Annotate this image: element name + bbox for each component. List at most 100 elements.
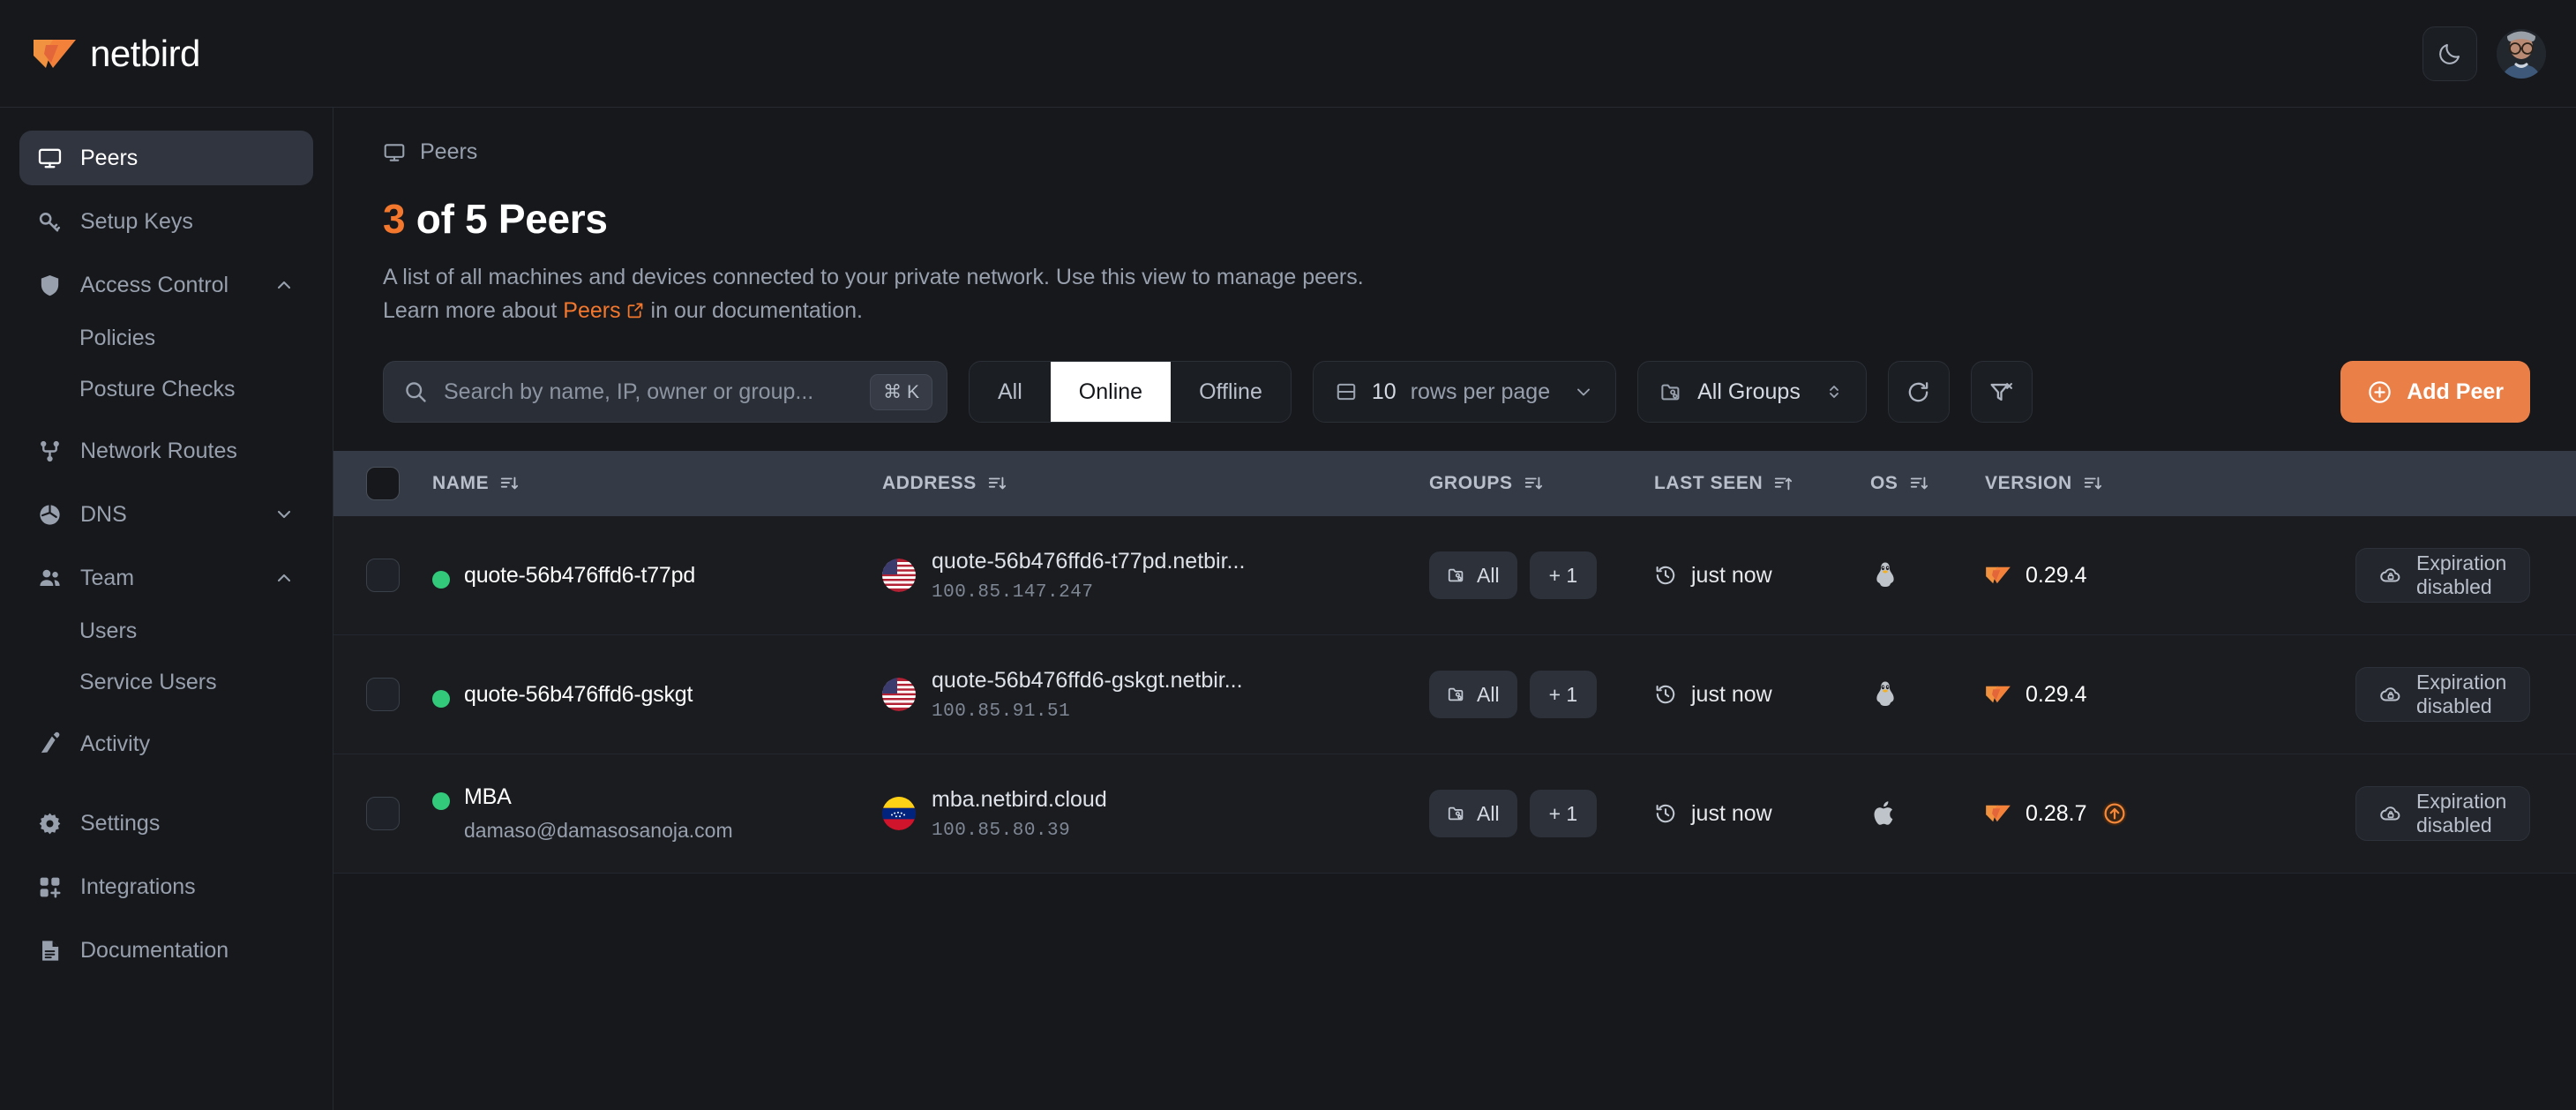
expiration-badge[interactable]: Expiration disabled xyxy=(2355,548,2530,603)
cell-os xyxy=(1870,799,1985,828)
groups-filter-select[interactable]: All Groups xyxy=(1637,361,1867,423)
netbird-logo-icon xyxy=(32,36,78,71)
group-badge[interactable]: All xyxy=(1429,671,1517,718)
cloud-lock-icon xyxy=(2379,564,2402,587)
column-header-name[interactable]: NAME xyxy=(432,473,882,494)
cell-name: MBA damaso@damasosanoja.com xyxy=(432,784,882,843)
rows-per-page-select[interactable]: 10 rows per page xyxy=(1313,361,1616,423)
search-shortcut-badge: ⌘ K xyxy=(870,374,932,410)
netbird-logo-icon xyxy=(1985,565,2011,586)
column-label: LAST SEEN xyxy=(1654,473,1763,494)
update-available-icon[interactable] xyxy=(2101,800,2128,827)
sidebar-item-documentation[interactable]: Documentation xyxy=(19,923,313,978)
refresh-button[interactable] xyxy=(1888,361,1950,423)
group-extra-badge[interactable]: + 1 xyxy=(1530,790,1598,837)
nav-gap xyxy=(19,851,313,859)
sidebar-item-posture-checks[interactable]: Posture Checks xyxy=(19,364,313,415)
chevron-updown-icon xyxy=(1823,381,1845,402)
nav-gap xyxy=(19,708,313,716)
version-label: 0.28.7 xyxy=(2026,801,2087,827)
page-description-post: in our documentation. xyxy=(645,298,863,323)
sidebar-item-access-control[interactable]: Access Control xyxy=(19,258,313,312)
last-seen-label: just now xyxy=(1691,682,1772,708)
clock-history-icon xyxy=(1654,564,1677,587)
filter-tab-offline[interactable]: Offline xyxy=(1171,362,1291,422)
cell-os xyxy=(1870,560,1985,590)
flag-us-icon xyxy=(882,678,916,711)
page-title-rest: of 5 Peers xyxy=(405,196,607,242)
search-icon xyxy=(403,379,428,404)
column-header-groups[interactable]: GROUPS xyxy=(1429,473,1654,494)
sidebar-item-label: Users xyxy=(79,619,137,644)
row-checkbox[interactable] xyxy=(366,797,400,830)
sidebar-item-peers[interactable]: Peers xyxy=(19,131,313,185)
last-seen-label: just now xyxy=(1691,563,1772,589)
cell-last-seen: just now xyxy=(1654,563,1870,589)
clear-filters-button[interactable] xyxy=(1971,361,2033,423)
sidebar-item-label: Posture Checks xyxy=(79,377,235,402)
theme-toggle-button[interactable] xyxy=(2422,26,2477,81)
toolbar: ⌘ K All Online Offline 10 rows per page xyxy=(383,361,2530,423)
group-extra-badge[interactable]: + 1 xyxy=(1530,671,1598,718)
group-badge[interactable]: All xyxy=(1429,790,1517,837)
table-row[interactable]: MBA damaso@damasosanoja.com mba.netbird.… xyxy=(333,754,2576,874)
chevron-up-icon xyxy=(273,566,296,589)
brand-logo[interactable]: netbird xyxy=(32,33,200,75)
cell-actions xyxy=(2530,548,2576,603)
external-link-icon xyxy=(626,296,645,329)
main-header: Peers 3 of 5 Peers A list of all machine… xyxy=(333,108,2576,329)
sidebar-item-integrations[interactable]: Integrations xyxy=(19,859,313,914)
sidebar-item-service-users[interactable]: Service Users xyxy=(19,656,313,708)
nav-gap xyxy=(19,415,313,424)
select-all-checkbox[interactable] xyxy=(366,467,400,500)
search-box[interactable]: ⌘ K xyxy=(383,361,947,423)
select-all-cell xyxy=(333,467,432,500)
sidebar-item-network-routes[interactable]: Network Routes xyxy=(19,424,313,478)
row-select-cell xyxy=(333,678,432,711)
search-input[interactable] xyxy=(444,379,854,405)
key-icon xyxy=(37,209,63,235)
peers-doc-link[interactable]: Peers xyxy=(563,298,620,323)
expiration-badge[interactable]: Expiration disabled xyxy=(2355,786,2530,841)
expiration-badge[interactable]: Expiration disabled xyxy=(2355,667,2530,722)
sidebar-item-policies[interactable]: Policies xyxy=(19,312,313,364)
folder-group-icon xyxy=(1447,566,1466,585)
sidebar-item-activity[interactable]: Activity xyxy=(19,716,313,771)
column-header-os[interactable]: OS xyxy=(1870,473,1985,494)
cloud-lock-icon xyxy=(2379,802,2402,825)
peer-host: mba.netbird.cloud xyxy=(932,787,1107,813)
avatar[interactable] xyxy=(2497,29,2546,79)
sidebar-item-setup-keys[interactable]: Setup Keys xyxy=(19,194,313,249)
sidebar-item-label: Service Users xyxy=(79,670,217,695)
cell-expiration: Expiration disabled xyxy=(2355,667,2530,722)
expiration-label: Expiration disabled xyxy=(2416,790,2506,837)
table-row[interactable]: quote-56b476ffd6-gskgt quote-56b476ffd6-… xyxy=(333,635,2576,754)
table-row[interactable]: quote-56b476ffd6-t77pd quote-56b476ffd6-… xyxy=(333,516,2576,635)
column-header-version[interactable]: VERSION xyxy=(1985,473,2355,494)
sidebar-item-label: Settings xyxy=(80,811,160,836)
add-peer-button[interactable]: Add Peer xyxy=(2340,361,2530,423)
users-icon xyxy=(37,566,63,591)
group-badge[interactable]: All xyxy=(1429,551,1517,599)
group-extra-badge[interactable]: + 1 xyxy=(1530,551,1598,599)
avatar-image xyxy=(2497,29,2546,79)
row-select-cell xyxy=(333,559,432,592)
sidebar-item-dns[interactable]: DNS xyxy=(19,487,313,542)
column-header-address[interactable]: ADDRESS xyxy=(882,473,1429,494)
filter-tab-online[interactable]: Online xyxy=(1051,362,1171,422)
sidebar-item-settings[interactable]: Settings xyxy=(19,796,313,851)
column-header-last-seen[interactable]: LAST SEEN xyxy=(1654,473,1870,494)
shield-icon xyxy=(37,273,63,298)
sidebar-item-users[interactable]: Users xyxy=(19,605,313,656)
column-label: ADDRESS xyxy=(882,473,977,494)
sidebar-item-label: Activity xyxy=(80,731,150,757)
filter-tab-all[interactable]: All xyxy=(970,362,1051,422)
row-checkbox[interactable] xyxy=(366,678,400,711)
clock-history-icon xyxy=(1654,802,1677,825)
sidebar-item-label: Setup Keys xyxy=(80,209,193,235)
rows-icon xyxy=(1335,380,1358,403)
add-peer-label: Add Peer xyxy=(2407,379,2504,405)
row-checkbox[interactable] xyxy=(366,559,400,592)
version-label: 0.29.4 xyxy=(2026,682,2087,708)
sidebar-item-team[interactable]: Team xyxy=(19,551,313,605)
